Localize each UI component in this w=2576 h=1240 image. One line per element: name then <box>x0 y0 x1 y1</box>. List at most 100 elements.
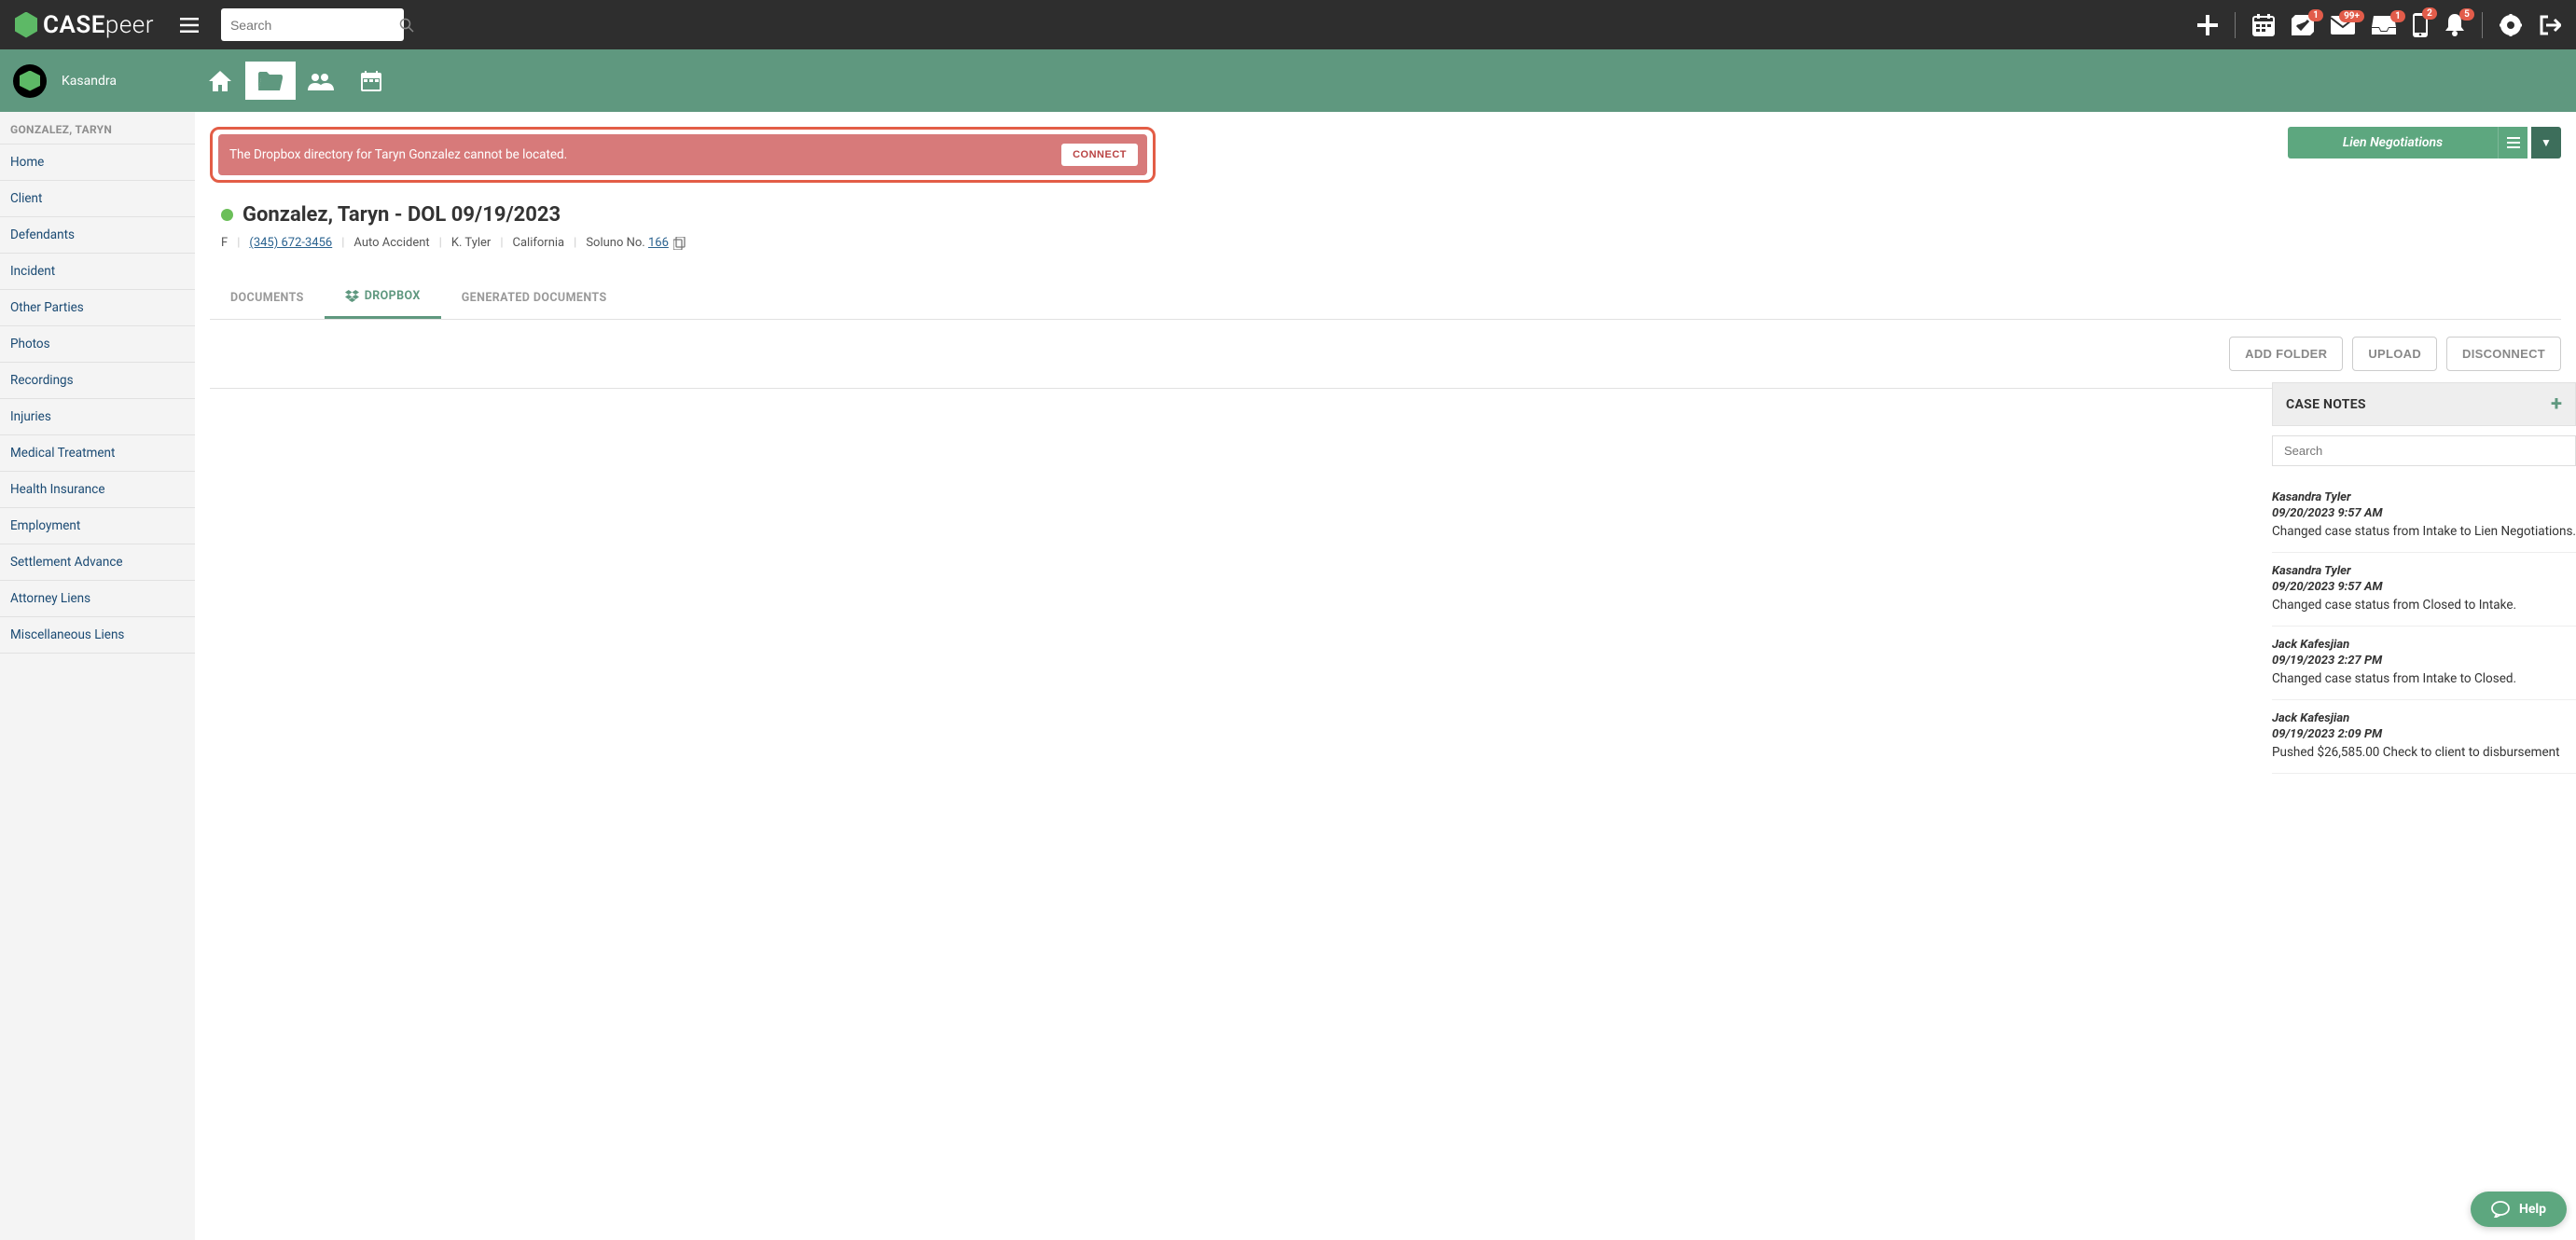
search-input[interactable] <box>230 18 399 33</box>
action-row: ADD FOLDER UPLOAD DISCONNECT <box>210 320 2576 389</box>
note-author: Kasandra Tyler <box>2272 490 2576 504</box>
mail-icon[interactable]: 99+ <box>2331 16 2355 34</box>
note-author: Kasandra Tyler <box>2272 564 2576 578</box>
case-note-item[interactable]: Kasandra Tyler 09/20/2023 9:57 AM Change… <box>2272 479 2576 553</box>
help-button[interactable]: Help <box>2471 1192 2567 1227</box>
note-text: Pushed $26,585.00 Check to client to dis… <box>2272 745 2576 760</box>
brand-peer: peer <box>105 11 154 39</box>
alert-row: The Dropbox directory for Taryn Gonzalez… <box>210 127 2576 183</box>
sidebar-item-attorney-liens[interactable]: Attorney Liens <box>0 581 195 617</box>
search-icon[interactable] <box>399 18 414 33</box>
sidebar-item-employment[interactable]: Employment <box>0 508 195 544</box>
case-note-item[interactable]: Kasandra Tyler 09/20/2023 9:57 AM Change… <box>2272 553 2576 627</box>
sidebar-item-health-insurance[interactable]: Health Insurance <box>0 472 195 508</box>
note-author: Jack Kafesjian <box>2272 638 2576 652</box>
tab-people[interactable] <box>296 62 346 100</box>
sidebar-item-medical-treatment[interactable]: Medical Treatment <box>0 435 195 472</box>
mobile-icon[interactable]: 2 <box>2413 13 2428 37</box>
note-author: Jack Kafesjian <box>2272 711 2576 725</box>
sidebar-item-defendants[interactable]: Defendants <box>0 217 195 254</box>
separator <box>2235 12 2236 38</box>
tab-dropbox[interactable]: DROPBOX <box>325 276 441 319</box>
add-folder-button[interactable]: ADD FOLDER <box>2229 337 2343 371</box>
topbar: CASEpeer 1 99+ 1 2 <box>0 0 2576 49</box>
copy-icon[interactable] <box>673 237 686 250</box>
main-layout: GONZALEZ, TARYN Home Client Defendants I… <box>0 112 2576 1240</box>
note-text: Changed case status from Closed to Intak… <box>2272 598 2576 613</box>
logo[interactable]: CASEpeer <box>15 11 154 39</box>
sidebar-item-home[interactable]: Home <box>0 144 195 181</box>
status-menu-icon[interactable] <box>2498 127 2528 158</box>
upload-button[interactable]: UPLOAD <box>2352 337 2437 371</box>
sidebar-item-incident[interactable]: Incident <box>0 254 195 290</box>
alert-highlight: The Dropbox directory for Taryn Gonzalez… <box>210 127 1156 183</box>
alert-text: The Dropbox directory for Taryn Gonzalez… <box>229 147 567 162</box>
disconnect-button[interactable]: DISCONNECT <box>2446 337 2561 371</box>
note-text: Changed case status from Intake to Lien … <box>2272 524 2576 539</box>
nav-tabs <box>195 49 396 112</box>
brand-case: CASE <box>43 11 105 39</box>
dropbox-alert: The Dropbox directory for Taryn Gonzalez… <box>218 134 1147 175</box>
case-title-text: Gonzalez, Taryn - DOL 09/19/2023 <box>242 203 561 227</box>
sidebar-item-misc-liens[interactable]: Miscellaneous Liens <box>0 617 195 654</box>
case-note-item[interactable]: Jack Kafesjian 09/19/2023 2:09 PM Pushed… <box>2272 700 2576 774</box>
note-date: 09/19/2023 2:09 PM <box>2272 727 2576 741</box>
tab-calendar[interactable] <box>346 62 396 100</box>
menu-toggle[interactable] <box>180 18 199 33</box>
tab-folder[interactable] <box>245 62 296 100</box>
case-header: Gonzalez, Taryn - DOL 09/19/2023 F | (34… <box>221 203 2576 250</box>
status-caret[interactable]: ▼ <box>2531 127 2561 158</box>
case-notes-header: CASE NOTES + <box>2272 382 2576 426</box>
global-search[interactable] <box>221 8 404 41</box>
sidebar-category: GONZALEZ, TARYN <box>0 112 195 144</box>
soluno-block: Soluno No. 166 <box>586 236 686 250</box>
sidebar-item-recordings[interactable]: Recordings <box>0 363 195 399</box>
logout-icon[interactable] <box>2539 14 2561 36</box>
sidebar-item-other-parties[interactable]: Other Parties <box>0 290 195 326</box>
logo-icon <box>15 12 37 38</box>
topbar-right: 1 99+ 1 2 5 <box>2197 12 2561 38</box>
user-name: Kasandra <box>62 74 117 89</box>
tab-documents[interactable]: DOCUMENTS <box>210 276 325 319</box>
tasks-badge: 1 <box>2308 9 2323 21</box>
tab-dropbox-label: DROPBOX <box>365 289 421 303</box>
mobile-badge: 2 <box>2422 7 2437 20</box>
connect-button[interactable]: CONNECT <box>1061 144 1138 166</box>
mail-badge: 99+ <box>2339 10 2364 22</box>
help-label: Help <box>2519 1202 2546 1217</box>
note-date: 09/19/2023 2:27 PM <box>2272 654 2576 668</box>
sidebar: GONZALEZ, TARYN Home Client Defendants I… <box>0 112 195 1240</box>
calendar-icon[interactable] <box>2252 14 2275 36</box>
tasks-icon[interactable]: 1 <box>2292 15 2314 35</box>
settings-icon[interactable] <box>2500 14 2522 36</box>
case-gender: F <box>221 236 228 250</box>
bell-icon[interactable]: 5 <box>2444 14 2465 36</box>
soluno-label: Soluno No. <box>586 236 644 250</box>
add-icon[interactable] <box>2197 15 2218 35</box>
case-state: California <box>513 236 565 250</box>
sidebar-item-client[interactable]: Client <box>0 181 195 217</box>
case-notes-title: CASE NOTES <box>2286 397 2366 412</box>
status-pill[interactable]: Lien Negotiations <box>2288 127 2498 158</box>
sidebar-item-photos[interactable]: Photos <box>0 326 195 363</box>
sidebar-item-injuries[interactable]: Injuries <box>0 399 195 435</box>
dropbox-icon <box>345 290 359 302</box>
sidebar-item-settlement-advance[interactable]: Settlement Advance <box>0 544 195 581</box>
bell-badge: 5 <box>2459 8 2474 21</box>
case-notes-search[interactable] <box>2272 435 2576 466</box>
case-phone[interactable]: (345) 672-3456 <box>249 236 332 250</box>
case-note-item[interactable]: Jack Kafesjian 09/19/2023 2:27 PM Change… <box>2272 627 2576 700</box>
note-text: Changed case status from Intake to Close… <box>2272 671 2576 686</box>
note-date: 09/20/2023 9:57 AM <box>2272 506 2576 520</box>
add-note-icon[interactable]: + <box>2551 393 2562 416</box>
inbox-icon[interactable]: 1 <box>2372 16 2396 34</box>
secondary-nav: Kasandra <box>0 49 2576 112</box>
soluno-number[interactable]: 166 <box>648 236 669 250</box>
chat-icon <box>2491 1201 2510 1218</box>
tab-generated[interactable]: GENERATED DOCUMENTS <box>441 276 628 319</box>
user-block[interactable]: Kasandra <box>0 49 195 112</box>
tab-home[interactable] <box>195 62 245 100</box>
status-dot <box>221 209 233 221</box>
separator <box>2482 12 2483 38</box>
case-type: Auto Accident <box>353 236 429 250</box>
